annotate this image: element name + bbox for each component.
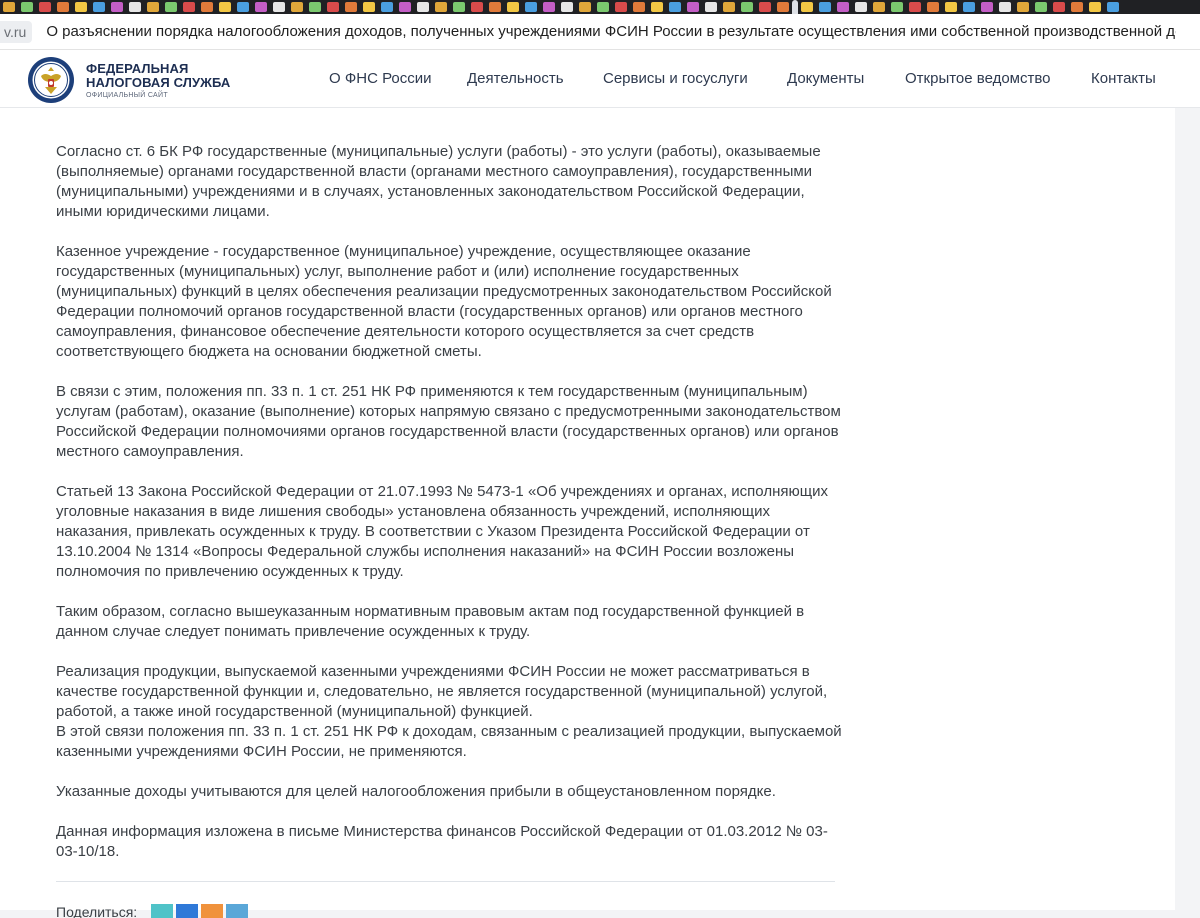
article-paragraph: В этой связи положения пп. 33 п. 1 ст. 2… xyxy=(56,723,842,760)
tab-favicon-icon[interactable] xyxy=(1053,2,1065,12)
tab-favicon-icon[interactable] xyxy=(57,2,69,12)
article-body: Согласно ст. 6 БК РФ государственные (му… xyxy=(56,142,846,882)
tab-favicon-icon[interactable] xyxy=(633,2,645,12)
tab-favicon-icon[interactable] xyxy=(927,2,939,12)
tab-favicon-icon[interactable] xyxy=(1107,2,1119,12)
site-header: ФЕДЕРАЛЬНАЯ НАЛОГОВАЯ СЛУЖБА ОФИЦИАЛЬНЫЙ… xyxy=(0,50,1200,108)
ok-icon[interactable] xyxy=(151,904,174,918)
tab-favicon-icon[interactable] xyxy=(723,2,735,12)
tab-favicon-icon[interactable] xyxy=(837,2,849,12)
nav-item-documents[interactable]: Документы xyxy=(787,70,864,87)
tab-favicon-icon[interactable] xyxy=(981,2,993,12)
share-row: Поделиться: xyxy=(56,904,251,918)
nav-item-contacts[interactable]: Контакты xyxy=(1091,70,1156,87)
tab-favicon-icon[interactable] xyxy=(327,2,339,12)
article-paragraph: Казенное учреждение - государственное (м… xyxy=(56,243,832,360)
fns-emblem-icon[interactable] xyxy=(27,56,75,104)
tab-favicon-icon[interactable] xyxy=(93,2,105,12)
browser-tab-strip[interactable] xyxy=(0,0,1200,14)
article-paragraph: Указанные доходы учитываются для целей н… xyxy=(56,783,776,800)
tab-favicon-icon[interactable] xyxy=(543,2,555,12)
tab-favicon-icon[interactable] xyxy=(255,2,267,12)
tab-favicons[interactable] xyxy=(0,0,1122,14)
nav-item-services[interactable]: Сервисы и госуслуги xyxy=(603,70,748,87)
tab-favicon-icon[interactable] xyxy=(525,2,537,12)
tab-favicon-icon[interactable] xyxy=(435,2,447,12)
tab-favicon-icon[interactable] xyxy=(291,2,303,12)
browser-title-bar: v.ru О разъяснении порядка налогообложен… xyxy=(0,14,1200,50)
tab-favicon-icon[interactable] xyxy=(237,2,249,12)
tab-favicon-icon[interactable] xyxy=(801,2,813,12)
article-paragraph: Статьей 13 Закона Российской Федерации о… xyxy=(56,483,828,580)
article-paragraph: Реализация продукции, выпускаемой казенн… xyxy=(56,663,828,720)
tab-favicon-icon[interactable] xyxy=(963,2,975,12)
active-tab[interactable] xyxy=(792,0,798,14)
tab-favicon-icon[interactable] xyxy=(777,2,789,12)
tab-favicon-icon[interactable] xyxy=(399,2,411,12)
tab-favicon-icon[interactable] xyxy=(75,2,87,12)
site-logo-text[interactable]: ФЕДЕРАЛЬНАЯ НАЛОГОВАЯ СЛУЖБА ОФИЦИАЛЬНЫЙ… xyxy=(86,61,231,100)
tab-favicon-icon[interactable] xyxy=(39,2,51,12)
url-domain[interactable]: v.ru xyxy=(0,20,33,43)
article-paragraph: Согласно ст. 6 БК РФ государственные (му… xyxy=(56,143,821,220)
tab-favicon-icon[interactable] xyxy=(873,2,885,12)
tab-favicon-icon[interactable] xyxy=(759,2,771,12)
tab-favicon-icon[interactable] xyxy=(687,2,699,12)
tab-favicon-icon[interactable] xyxy=(453,2,465,12)
tab-favicon-icon[interactable] xyxy=(615,2,627,12)
tab-favicon-icon[interactable] xyxy=(129,2,141,12)
tab-favicon-icon[interactable] xyxy=(999,2,1011,12)
tab-favicon-icon[interactable] xyxy=(561,2,573,12)
vk-icon[interactable] xyxy=(176,904,199,918)
tab-favicon-icon[interactable] xyxy=(1035,2,1047,12)
nav-item-about[interactable]: О ФНС России xyxy=(329,70,432,87)
tab-favicon-icon[interactable] xyxy=(201,2,213,12)
tab-favicon-icon[interactable] xyxy=(819,2,831,12)
tab-favicon-icon[interactable] xyxy=(147,2,159,12)
tab-favicon-icon[interactable] xyxy=(273,2,285,12)
tab-favicon-icon[interactable] xyxy=(417,2,429,12)
tab-favicon-icon[interactable] xyxy=(1017,2,1029,12)
tab-favicon-icon[interactable] xyxy=(3,2,15,12)
article-paragraph: Таким образом, согласно вышеуказанным но… xyxy=(56,603,805,640)
tab-favicon-icon[interactable] xyxy=(507,2,519,12)
tab-favicon-icon[interactable] xyxy=(489,2,501,12)
logo-line-2: НАЛОГОВАЯ СЛУЖБА xyxy=(86,75,231,90)
odnoklassniki-icon[interactable] xyxy=(201,904,224,918)
article-paragraph: В связи с этим, положения пп. 33 п. 1 ст… xyxy=(56,383,841,460)
tab-favicon-icon[interactable] xyxy=(219,2,231,12)
tab-favicon-icon[interactable] xyxy=(741,2,753,12)
tab-favicon-icon[interactable] xyxy=(21,2,33,12)
tab-favicon-icon[interactable] xyxy=(363,2,375,12)
tab-favicon-icon[interactable] xyxy=(579,2,591,12)
logo-subtitle: ОФИЦИАЛЬНЫЙ САЙТ xyxy=(86,92,168,99)
tab-favicon-icon[interactable] xyxy=(1071,2,1083,12)
content-card: Согласно ст. 6 БК РФ государственные (му… xyxy=(0,108,1175,918)
nav-item-open-agency[interactable]: Открытое ведомство xyxy=(905,70,1051,87)
logo-line-1: ФЕДЕРАЛЬНАЯ xyxy=(86,61,189,76)
article-paragraph: Данная информация изложена в письме Мини… xyxy=(56,823,828,860)
share-divider xyxy=(56,881,835,882)
tab-favicon-icon[interactable] xyxy=(909,2,921,12)
tab-favicon-icon[interactable] xyxy=(891,2,903,12)
tab-favicon-icon[interactable] xyxy=(183,2,195,12)
tab-favicon-icon[interactable] xyxy=(651,2,663,12)
tab-favicon-icon[interactable] xyxy=(945,2,957,12)
tab-favicon-icon[interactable] xyxy=(705,2,717,12)
tab-favicon-icon[interactable] xyxy=(1089,2,1101,12)
tab-favicon-icon[interactable] xyxy=(165,2,177,12)
tab-favicon-icon[interactable] xyxy=(597,2,609,12)
tab-favicon-icon[interactable] xyxy=(471,2,483,12)
page-title: О разъяснении порядка налогообложения до… xyxy=(46,23,1177,40)
tab-favicon-icon[interactable] xyxy=(345,2,357,12)
telegram-icon[interactable] xyxy=(226,904,249,918)
tab-favicon-icon[interactable] xyxy=(381,2,393,12)
nav-item-activity[interactable]: Деятельность xyxy=(467,70,564,87)
tab-favicon-icon[interactable] xyxy=(309,2,321,12)
tab-favicon-icon[interactable] xyxy=(669,2,681,12)
share-label: Поделиться: xyxy=(56,904,138,918)
tab-favicon-icon[interactable] xyxy=(855,2,867,12)
tab-favicon-icon[interactable] xyxy=(111,2,123,12)
